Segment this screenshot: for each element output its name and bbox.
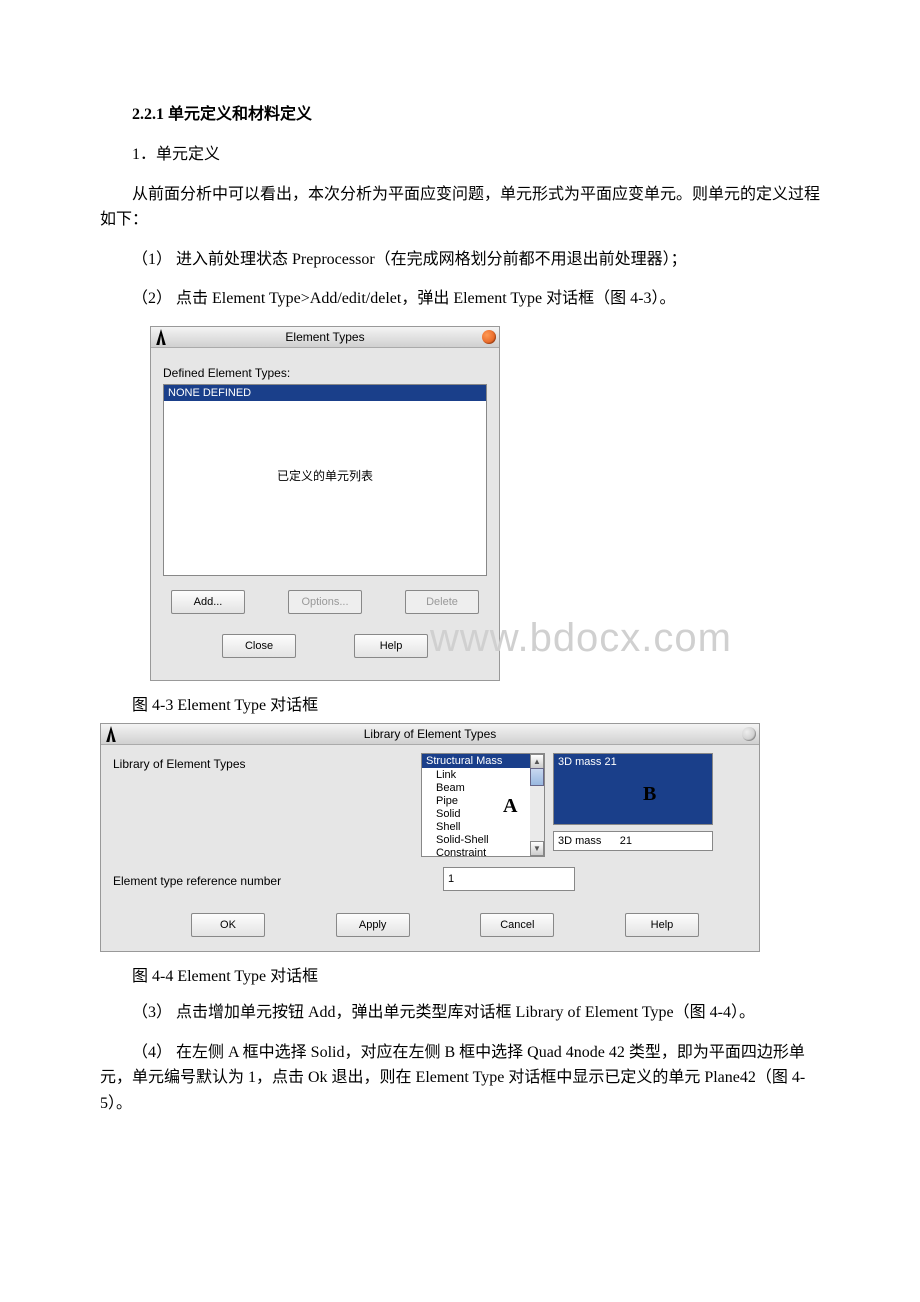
list-item[interactable]: Solid-Shell <box>422 833 544 846</box>
defined-types-list[interactable]: NONE DEFINED 已定义的单元列表 <box>163 384 487 576</box>
list-item[interactable]: Pipe <box>422 794 544 807</box>
element-types-dialog: Element Types Defined Element Types: NON… <box>150 326 500 681</box>
ref-number-label: Element type reference number <box>113 870 443 888</box>
para-6: （4） 在左侧 A 框中选择 Solid，对应在左侧 B 框中选择 Quad 4… <box>100 1040 820 1117</box>
section-heading: 2.2.1 单元定义和材料定义 <box>100 100 820 124</box>
list-item[interactable]: 3D mass 21 <box>558 756 617 768</box>
para-1: 1．单元定义 <box>100 142 820 168</box>
help-button[interactable]: Help <box>625 913 699 937</box>
scrollbar[interactable]: ▲ ▼ <box>530 754 544 856</box>
close-icon[interactable] <box>482 330 496 344</box>
help-button[interactable]: Help <box>354 634 428 658</box>
dialog-title: Library of Element Types <box>364 727 497 741</box>
figure-caption-2: 图 4-4 Element Type 对话框 <box>100 962 820 986</box>
dialog-titlebar: Library of Element Types <box>101 724 759 745</box>
close-button[interactable]: Close <box>222 634 296 658</box>
ref-number-input[interactable] <box>443 867 575 891</box>
library-dialog: Library of Element Types Library of Elem… <box>100 723 760 952</box>
para-2: 从前面分析中可以看出，本次分析为平面应变问题，单元形式为平面应变单元。则单元的定… <box>100 182 820 233</box>
delete-button: Delete <box>405 590 479 614</box>
list-annotation: 已定义的单元列表 <box>164 467 486 484</box>
app-logo-icon <box>153 329 169 345</box>
app-logo-icon <box>103 726 119 742</box>
list-item[interactable]: NONE DEFINED <box>164 385 486 401</box>
scroll-thumb[interactable] <box>530 768 544 786</box>
list-item[interactable]: Solid <box>422 807 544 820</box>
dialog-title: Element Types <box>285 330 364 344</box>
cancel-button[interactable]: Cancel <box>480 913 554 937</box>
library-label: Library of Element Types <box>113 753 413 771</box>
ok-button[interactable]: OK <box>191 913 265 937</box>
close-icon[interactable] <box>742 727 756 741</box>
selected-subtype-field[interactable] <box>553 831 713 851</box>
category-list[interactable]: Structural Mass Link Beam Pipe Solid She… <box>421 753 545 857</box>
list-item[interactable]: Shell <box>422 820 544 833</box>
list-item[interactable]: Structural Mass <box>422 754 544 768</box>
options-button: Options... <box>288 590 362 614</box>
list-item[interactable]: Constraint <box>422 846 544 859</box>
para-5: （3） 点击增加单元按钮 Add，弹出单元类型库对话框 Library of E… <box>100 1000 820 1026</box>
apply-button[interactable]: Apply <box>336 913 410 937</box>
annotation-b: B <box>643 783 656 806</box>
figure-caption-1: 图 4-3 Element Type 对话框 <box>100 691 820 715</box>
list-item[interactable]: Beam <box>422 781 544 794</box>
list-item[interactable]: Link <box>422 768 544 781</box>
subtype-list[interactable]: 3D mass 21 <box>553 753 713 825</box>
scroll-down-icon[interactable]: ▼ <box>530 841 544 856</box>
para-4: （2） 点击 Element Type>Add/edit/delet，弹出 El… <box>100 286 820 312</box>
para-3: （1） 进入前处理状态 Preprocessor（在完成网格划分前都不用退出前处… <box>100 247 820 273</box>
scroll-up-icon[interactable]: ▲ <box>530 754 544 769</box>
add-button[interactable]: Add... <box>171 590 245 614</box>
dialog-titlebar: Element Types <box>151 327 499 348</box>
annotation-a: A <box>503 795 517 818</box>
defined-types-label: Defined Element Types: <box>163 366 487 380</box>
